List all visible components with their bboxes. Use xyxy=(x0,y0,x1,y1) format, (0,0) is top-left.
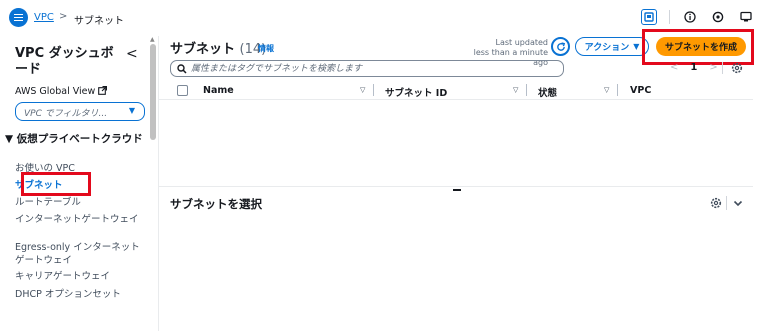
notifications-icon[interactable] xyxy=(738,9,754,25)
info-link[interactable]: 情報 xyxy=(258,43,274,54)
vpc-filter-placeholder: VPC でフィルタリ... xyxy=(24,109,108,119)
sidebar-item-internet-gateways[interactable]: インターネットゲートウェイ xyxy=(15,213,143,226)
prev-page-button[interactable]: < xyxy=(670,62,678,73)
section-vpc-header[interactable]: ▼ 仮想プライベートクラウド xyxy=(5,132,145,146)
pagination: < 1 > xyxy=(670,62,718,73)
sidebar-item-dhcp-option-sets[interactable]: DHCP オプションセット xyxy=(15,288,143,301)
select-all-checkbox[interactable] xyxy=(177,85,188,96)
page-number[interactable]: 1 xyxy=(690,62,697,73)
split-panel-title: サブネットを選択 xyxy=(170,197,262,211)
page-title: サブネット (14) xyxy=(170,38,266,57)
cloudshell-icon[interactable] xyxy=(641,9,657,25)
split-panel-divider xyxy=(159,186,753,187)
column-vpc[interactable]: VPC xyxy=(630,85,651,96)
chevron-down-icon[interactable] xyxy=(732,197,744,209)
column-divider[interactable] xyxy=(526,84,527,96)
column-state[interactable]: 状態 xyxy=(538,85,557,99)
column-subnet-id[interactable]: サブネット ID xyxy=(385,85,447,99)
search-icon xyxy=(177,64,187,74)
sidebar-item-egress-only-igw[interactable]: Egress-only インターネットゲートウェイ xyxy=(15,241,143,267)
sort-icon[interactable]: ▽ xyxy=(604,86,609,94)
external-link-icon xyxy=(98,85,108,95)
caret-down-icon: ▼ xyxy=(128,106,135,115)
global-view-label: AWS Global View xyxy=(15,86,96,97)
page-title-text: サブネット xyxy=(170,42,236,57)
global-view-link[interactable]: AWS Global View xyxy=(15,85,108,97)
search-field[interactable] xyxy=(170,60,564,77)
refresh-button[interactable] xyxy=(551,37,570,56)
breadcrumb-separator: > xyxy=(59,11,68,22)
sidebar-item-route-tables[interactable]: ルートテーブル xyxy=(15,196,143,209)
actions-label: アクション xyxy=(584,43,630,53)
sort-icon[interactable]: ▽ xyxy=(360,86,365,94)
vpc-filter-select[interactable]: VPC でフィルタリ... ▼ xyxy=(15,102,145,121)
gear-icon[interactable] xyxy=(710,197,722,209)
breadcrumb-current: サブネット xyxy=(74,16,124,27)
scroll-up-icon: ▲ xyxy=(150,36,155,43)
pagination-divider xyxy=(722,62,723,74)
sort-icon[interactable]: ▽ xyxy=(513,86,518,94)
caret-down-icon: ▼ xyxy=(633,42,640,51)
split-panel-divider-small xyxy=(726,196,727,210)
sidebar-item-carrier-gateways[interactable]: キャリアゲートウェイ xyxy=(15,270,143,283)
icon-divider xyxy=(669,10,670,24)
sidebar-title: VPC ダッシュボード xyxy=(15,46,114,77)
highlight-box-subnets xyxy=(21,172,91,196)
split-panel-drag-handle[interactable] xyxy=(453,189,461,191)
column-divider[interactable] xyxy=(617,84,618,96)
sidebar-scrollbar[interactable]: ▲ xyxy=(149,36,157,140)
actions-dropdown-button[interactable]: アクション ▼ xyxy=(575,37,649,56)
column-divider[interactable] xyxy=(373,84,374,96)
resize-corner-icon: ··· xyxy=(738,183,745,191)
table-header: Name ▽ サブネット ID ▽ 状態 ▽ VPC xyxy=(159,80,753,100)
gear-icon[interactable] xyxy=(731,62,743,74)
settings-icon[interactable] xyxy=(710,9,726,25)
info-circle-icon[interactable] xyxy=(682,9,698,25)
collapse-sidebar-icon[interactable]: < xyxy=(126,46,138,62)
last-updated-label: Last updated xyxy=(495,38,548,47)
next-page-button[interactable]: > xyxy=(709,62,717,73)
menu-icon[interactable] xyxy=(9,8,28,27)
highlight-box-create xyxy=(642,29,754,65)
search-input[interactable] xyxy=(191,62,551,75)
breadcrumb-vpc-link[interactable]: VPC xyxy=(34,12,54,23)
column-name[interactable]: Name xyxy=(203,85,234,96)
top-icon-group xyxy=(641,9,754,25)
scrollbar-thumb[interactable] xyxy=(150,44,156,140)
refresh-icon xyxy=(556,41,565,51)
